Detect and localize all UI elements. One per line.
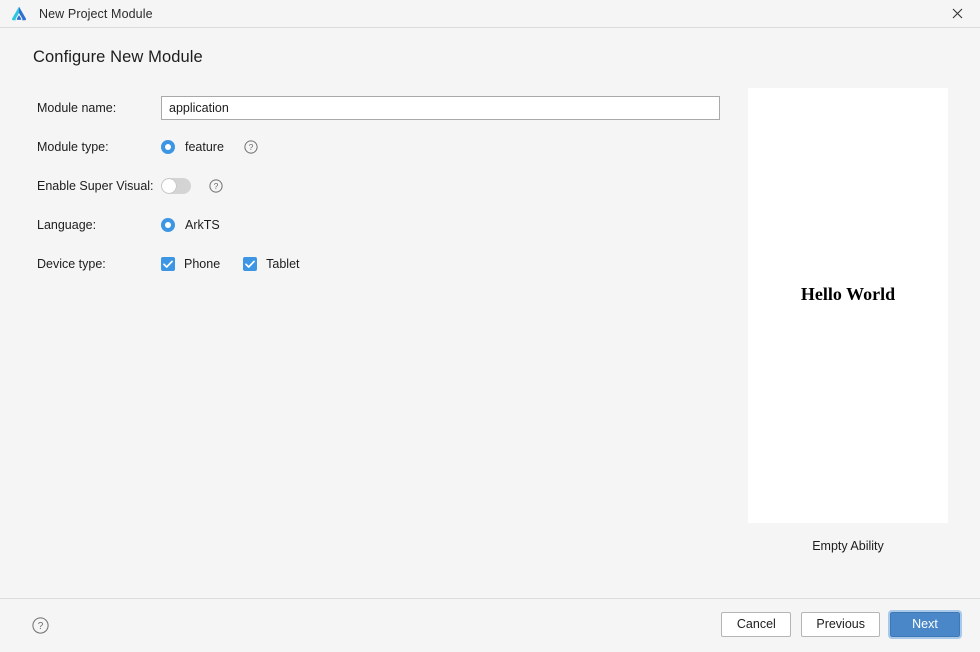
cancel-button[interactable]: Cancel <box>721 612 792 637</box>
preview-caption: Empty Ability <box>812 539 884 553</box>
footer-button-group: Cancel Previous Next <box>721 610 962 639</box>
deveco-logo-icon <box>11 6 27 20</box>
close-button[interactable] <box>935 0 980 27</box>
new-project-module-dialog: New Project Module Configure New Module … <box>0 0 980 652</box>
check-icon <box>245 260 256 268</box>
language-label: Language: <box>37 217 97 232</box>
dialog-footer: ? Cancel Previous Next <box>0 598 980 652</box>
enable-super-visual-label: Enable Super Visual: <box>37 178 154 193</box>
radio-language-arkts[interactable] <box>161 217 175 232</box>
module-type-label: Module type: <box>37 139 109 154</box>
title-bar: New Project Module <box>0 0 980 28</box>
next-button[interactable]: Next <box>888 610 962 639</box>
preview-screen: Hello World <box>748 88 948 523</box>
preview-hello-world-text: Hello World <box>800 284 896 304</box>
language-control: ArkTS <box>161 217 220 232</box>
enable-super-visual-control: ? <box>161 177 223 194</box>
dialog-body: Configure New Module Module name: Module… <box>0 28 980 598</box>
page-title: Configure New Module <box>33 48 203 66</box>
toggle-knob <box>162 178 176 193</box>
module-type-control: feature ? <box>161 139 258 154</box>
module-config-form: Module name: Module type: feature ? <box>0 88 740 283</box>
svg-text:?: ? <box>249 142 254 152</box>
footer-help-icon[interactable]: ? <box>32 617 49 634</box>
window-title: New Project Module <box>39 6 153 21</box>
checkbox-device-tablet-label: Tablet <box>266 256 300 271</box>
svg-text:?: ? <box>38 621 44 632</box>
enable-super-visual-help-icon[interactable]: ? <box>209 178 223 193</box>
toggle-enable-super-visual[interactable] <box>161 177 191 194</box>
template-preview: Hello World Empty Ability <box>748 88 948 553</box>
device-type-label: Device type: <box>37 256 106 271</box>
svg-text:?: ? <box>214 181 219 191</box>
close-icon <box>952 8 963 19</box>
module-name-control <box>161 95 720 120</box>
device-type-control: Phone Tablet <box>161 256 300 271</box>
checkbox-device-phone-label: Phone <box>184 256 221 271</box>
check-icon <box>163 260 173 268</box>
form-row-module-name: Module name: <box>0 88 740 127</box>
radio-module-type-feature[interactable] <box>161 139 175 154</box>
module-type-help-icon[interactable]: ? <box>244 139 258 154</box>
form-row-language: Language: ArkTS <box>0 205 740 244</box>
module-name-label: Module name: <box>37 100 117 115</box>
radio-language-arkts-label: ArkTS <box>185 217 220 232</box>
form-row-module-type: Module type: feature ? <box>0 127 740 166</box>
checkbox-device-tablet[interactable] <box>243 256 258 271</box>
module-name-input[interactable] <box>161 95 720 120</box>
radio-module-type-feature-label: feature <box>185 139 224 154</box>
form-row-device-type: Device type: Phone Tablet <box>0 244 740 283</box>
form-row-enable-super-visual: Enable Super Visual: ? <box>0 166 740 205</box>
checkbox-device-phone[interactable] <box>161 256 175 271</box>
previous-button[interactable]: Previous <box>801 612 880 637</box>
